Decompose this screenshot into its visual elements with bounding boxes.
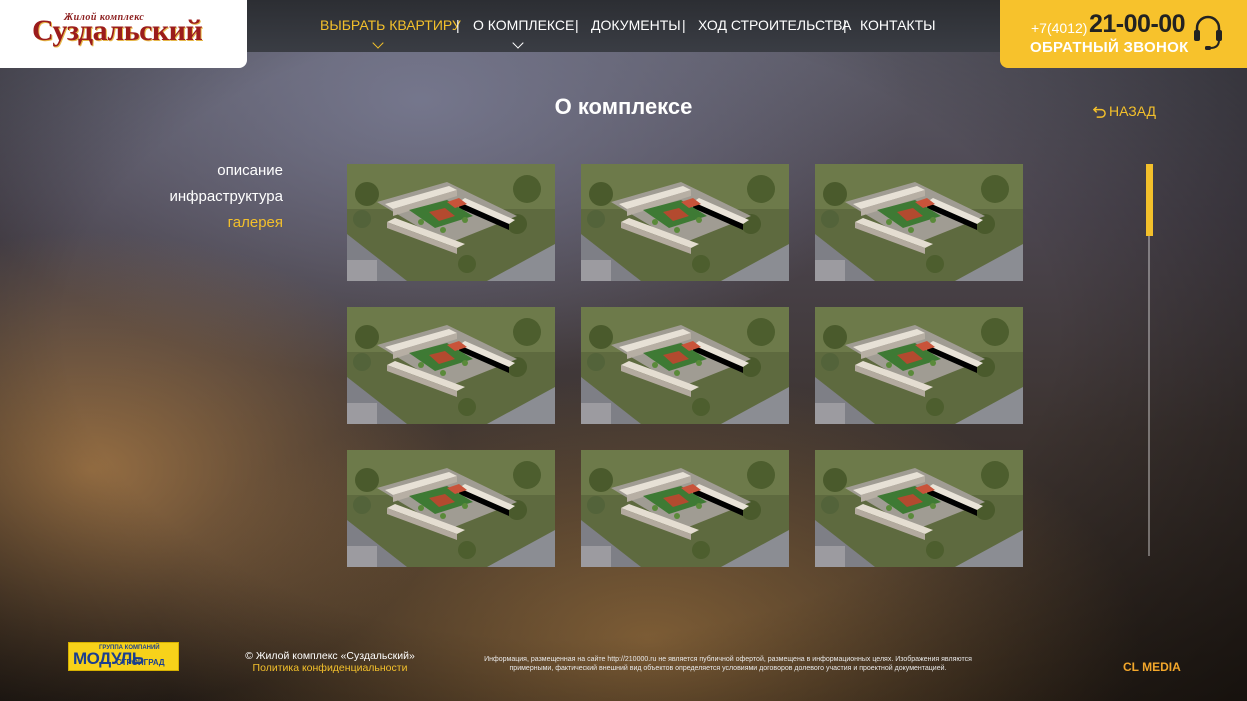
legal-disclaimer: Информация, размещенная на сайте http://…	[484, 656, 972, 672]
aerial-render-image	[581, 450, 789, 567]
side-item-gallery[interactable]: галерея	[169, 210, 283, 236]
back-button[interactable]: НАЗАД	[1093, 103, 1156, 119]
aerial-render-image	[815, 450, 1023, 567]
copyright-text: © Жилой комплекс «Суздальский»	[245, 650, 415, 662]
nav-item-choose-apartment[interactable]: ВЫБРАТЬ КВАРТИРУ	[320, 17, 461, 49]
phone-prefix: +7(4012)	[1031, 20, 1088, 36]
callback-panel[interactable]: +7(4012) 21-00-00 ОБРАТНЫЙ ЗВОНОК	[1000, 0, 1247, 68]
aerial-render-image	[581, 307, 789, 424]
aerial-render-image	[347, 307, 555, 424]
site-logo[interactable]: Жилой комплекс Суздальский	[0, 0, 247, 68]
gallery-thumbnail[interactable]	[347, 164, 555, 281]
privacy-policy-link[interactable]: Политика конфиденциальности	[230, 662, 430, 674]
phone-number[interactable]: 21-00-00	[1089, 10, 1186, 39]
aerial-render-image	[347, 450, 555, 567]
nav-separator: |	[575, 17, 579, 33]
nav-item-documents[interactable]: ДОКУМЕНТЫ	[591, 17, 681, 33]
page-title: О комплексе	[554, 94, 693, 119]
aerial-render-image	[815, 164, 1023, 281]
nav-item-about[interactable]: О КОМПЛЕКСЕ	[473, 17, 575, 49]
back-label: НАЗАД	[1109, 103, 1157, 119]
nav-separator: |	[456, 17, 460, 33]
gallery-thumbnail[interactable]	[815, 307, 1023, 424]
nav-separator: |	[682, 17, 686, 33]
nav-separator: |	[843, 17, 847, 33]
gallery-thumbnail[interactable]	[581, 164, 789, 281]
developer-credit-link[interactable]: CL MEDIA	[1123, 660, 1181, 674]
gallery-thumbnail[interactable]	[815, 164, 1023, 281]
back-arrow-icon	[1093, 105, 1106, 118]
callback-button[interactable]: ОБРАТНЫЙ ЗВОНОК	[1030, 39, 1189, 56]
aerial-render-image	[581, 164, 789, 281]
gallery-thumbnail[interactable]	[815, 450, 1023, 567]
gallery-thumbnail[interactable]	[581, 450, 789, 567]
aerial-render-image	[347, 164, 555, 281]
logo-title: Суздальский	[32, 14, 203, 47]
gallery-thumbnail[interactable]	[581, 307, 789, 424]
aerial-render-image	[815, 307, 1023, 424]
nav-item-contacts[interactable]: КОНТАКТЫ	[860, 17, 936, 33]
scrollbar-thumb[interactable]	[1146, 164, 1153, 236]
nav-item-construction[interactable]: ХОД СТРОИТЕЛЬСТВА	[698, 17, 851, 33]
headset-icon	[1194, 15, 1222, 50]
partner-logo[interactable]: ГРУППА КОМПАНИЙ МОДУЛЬ СТРОЙГРАД	[68, 642, 179, 671]
nav-label: О КОМПЛЕКСЕ	[473, 17, 575, 33]
nav-label: ВЫБРАТЬ КВАРТИРУ	[320, 17, 461, 33]
side-item-infrastructure[interactable]: инфраструктура	[169, 184, 283, 210]
photo-gallery	[347, 164, 1023, 567]
section-menu: описание инфраструктура галерея	[169, 158, 283, 236]
partner-logo-subtitle: СТРОЙГРАД	[116, 658, 165, 667]
gallery-thumbnail[interactable]	[347, 307, 555, 424]
gallery-thumbnail[interactable]	[347, 450, 555, 567]
side-item-description[interactable]: описание	[169, 158, 283, 184]
